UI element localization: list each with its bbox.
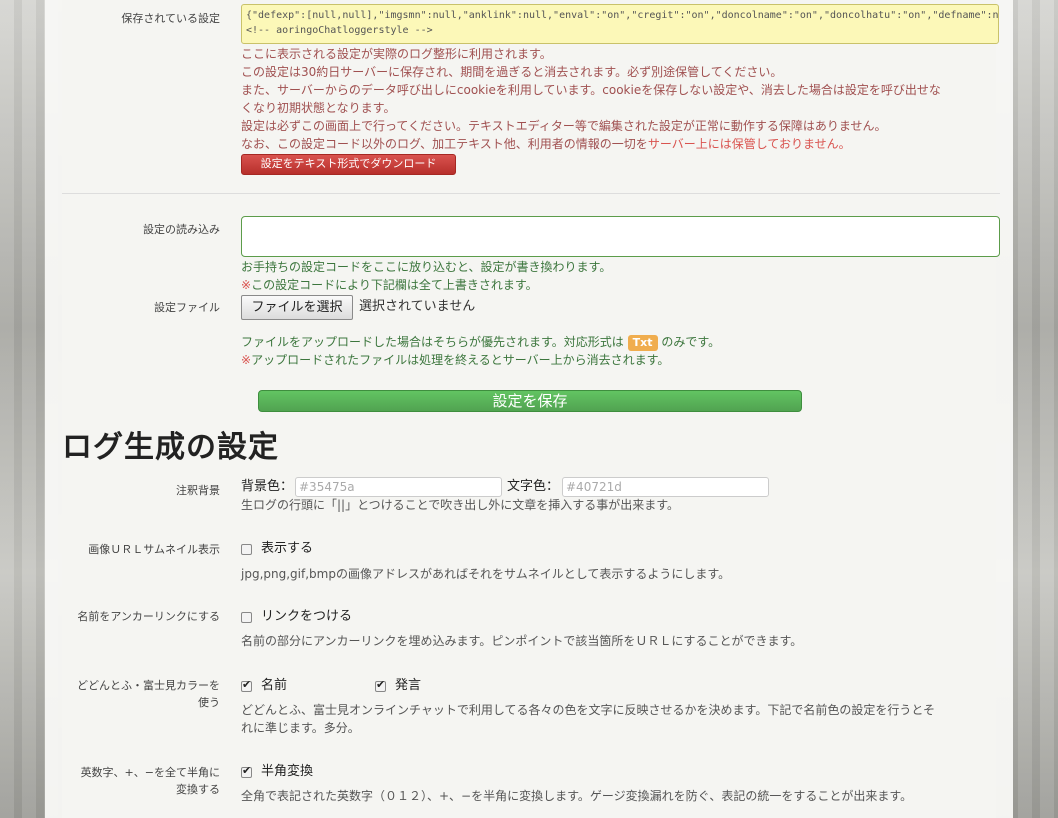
saved-settings-label: 保存されている設定 <box>121 12 220 25</box>
load-hint-1: お手持ちの設定コードをここに放り込むと、設定が書き換わります。 <box>241 260 612 274</box>
bg-color-label: 背景色： <box>241 479 294 494</box>
txt-badge: Txt <box>627 335 658 351</box>
file-hint-1: ファイルをアップロードした場合はそちらが優先されます。対応形式は Txt のみで… <box>241 333 720 351</box>
log-settings-heading: ログ生成の設定 <box>62 430 279 465</box>
fg-color-input[interactable]: #40721d <box>562 477 769 497</box>
saved-note-2: この設定は30約日サーバーに保存され、期間を過ぎると消去されます。必ず別途保管し… <box>241 65 783 79</box>
bg-color-input[interactable]: #35475a <box>295 477 502 497</box>
load-settings-input[interactable] <box>241 216 1000 257</box>
dodontof-label: どどんとふ・富士見カラーを 使う <box>50 677 220 711</box>
file-hint-1a: ファイルをアップロードした場合はそちらが優先されます。対応形式は <box>241 335 624 349</box>
choose-file-button[interactable]: ファイルを選択 <box>241 295 353 320</box>
dodontof-hint-2: れに準じます。多分。 <box>241 721 360 735</box>
saved-code-line2: <!-- aoringoChatloggerstyle --> <box>246 25 433 36</box>
saved-note-5: 設定は必ずこの画面上で行ってください。テキストエディター等で編集された設定が正常… <box>241 119 887 133</box>
save-settings-button[interactable]: 設定を保存 <box>258 390 802 412</box>
load-hint-2: ※この設定コードにより下記欄は全て上書きされます。 <box>241 276 538 294</box>
halfwidth-checkbox-label[interactable]: 半角変換 <box>261 763 313 781</box>
annotation-bg-label: 注釈背景 <box>176 484 220 497</box>
halfwidth-label: 英数字、+、−を全て半角に 変換する <box>50 764 220 798</box>
load-hint-2-mark: ※ <box>241 278 252 292</box>
dodontof-name-label[interactable]: 名前 <box>261 677 287 695</box>
load-settings-label: 設定の読み込み <box>143 223 220 236</box>
divider <box>62 193 1000 194</box>
anchor-checkbox[interactable] <box>241 612 252 623</box>
saved-note-6: なお、この設定コード以外のログ、加工テキスト他、利用者の情報の一切をサーバー上に… <box>241 135 851 153</box>
settings-file-label: 設定ファイル <box>154 301 220 314</box>
load-hint-2-text: この設定コードにより下記欄は全て上書きされます。 <box>251 278 538 292</box>
anchor-label: 名前をアンカーリンクにする <box>77 610 220 623</box>
fg-color-label: 文字色： <box>507 479 560 494</box>
dodontof-hint-1: どどんとふ、富士見オンラインチャットで利用してる各々の色を文字に反映させるかを決… <box>241 703 935 717</box>
halfwidth-label-line2: 変換する <box>176 783 220 796</box>
dodontof-speech-label[interactable]: 発言 <box>395 677 421 695</box>
file-hint-1b: のみです。 <box>661 335 721 349</box>
dodontof-label-line1: どどんとふ・富士見カラーを <box>77 679 220 692</box>
anchor-hint: 名前の部分にアンカーリンクを埋め込みます。ピンポイントで該当箇所をＵＲＬにするこ… <box>241 634 803 648</box>
saved-note-3: また、サーバーからのデータ呼び出しにcookieを利用しています。cookieを… <box>241 83 941 97</box>
dodontof-label-line2: 使う <box>198 696 220 709</box>
saved-settings-code[interactable]: {"defexp":[null,null],"imgsmn":null,"ank… <box>241 4 999 44</box>
saved-code-line1: {"defexp":[null,null],"imgsmn":null,"ank… <box>246 10 999 21</box>
halfwidth-label-line1: 英数字、+、−を全て半角に <box>80 766 220 779</box>
saved-note-6a: なお、この設定コード以外のログ、加工テキスト他、利用者の情報の一切を <box>241 137 648 151</box>
anchor-checkbox-label[interactable]: リンクをつける <box>261 608 352 626</box>
thumbnail-label: 画像ＵＲＬサムネイル表示 <box>88 543 220 556</box>
file-hint-2-text: アップロードされたファイルは処理を終えるとサーバー上から消去されます。 <box>251 353 670 367</box>
saved-note-4: くなり初期状態となります。 <box>241 101 396 115</box>
halfwidth-hint: 全角で表記された英数字（０１２）、+、−を半角に変換します。ゲージ変換漏れを防ぐ… <box>241 789 913 803</box>
download-settings-button[interactable]: 設定をテキスト形式でダウンロード <box>241 154 456 175</box>
thumbnail-checkbox[interactable] <box>241 544 252 555</box>
file-status: 選択されていません <box>359 299 476 314</box>
annotation-bg-hint: 生ログの行頭に「||」とつけることで吹き出し外に文章を挿入する事が出来ます。 <box>241 498 680 512</box>
file-hint-2: ※アップロードされたファイルは処理を終えるとサーバー上から消去されます。 <box>241 351 669 369</box>
dodontof-name-checkbox[interactable] <box>241 678 252 692</box>
halfwidth-checkbox[interactable] <box>241 764 252 778</box>
saved-note-1: ここに表示される設定が実際のログ整形に利用されます。 <box>241 47 552 61</box>
thumbnail-hint: jpg,png,gif,bmpの画像アドレスがあればそれをサムネイルとして表示す… <box>241 567 731 581</box>
saved-note-6b: サーバー上には保管しておりません。 <box>647 137 851 151</box>
thumbnail-checkbox-label[interactable]: 表示する <box>261 540 313 558</box>
file-hint-2-mark: ※ <box>241 353 252 367</box>
dodontof-speech-checkbox[interactable] <box>375 678 386 692</box>
